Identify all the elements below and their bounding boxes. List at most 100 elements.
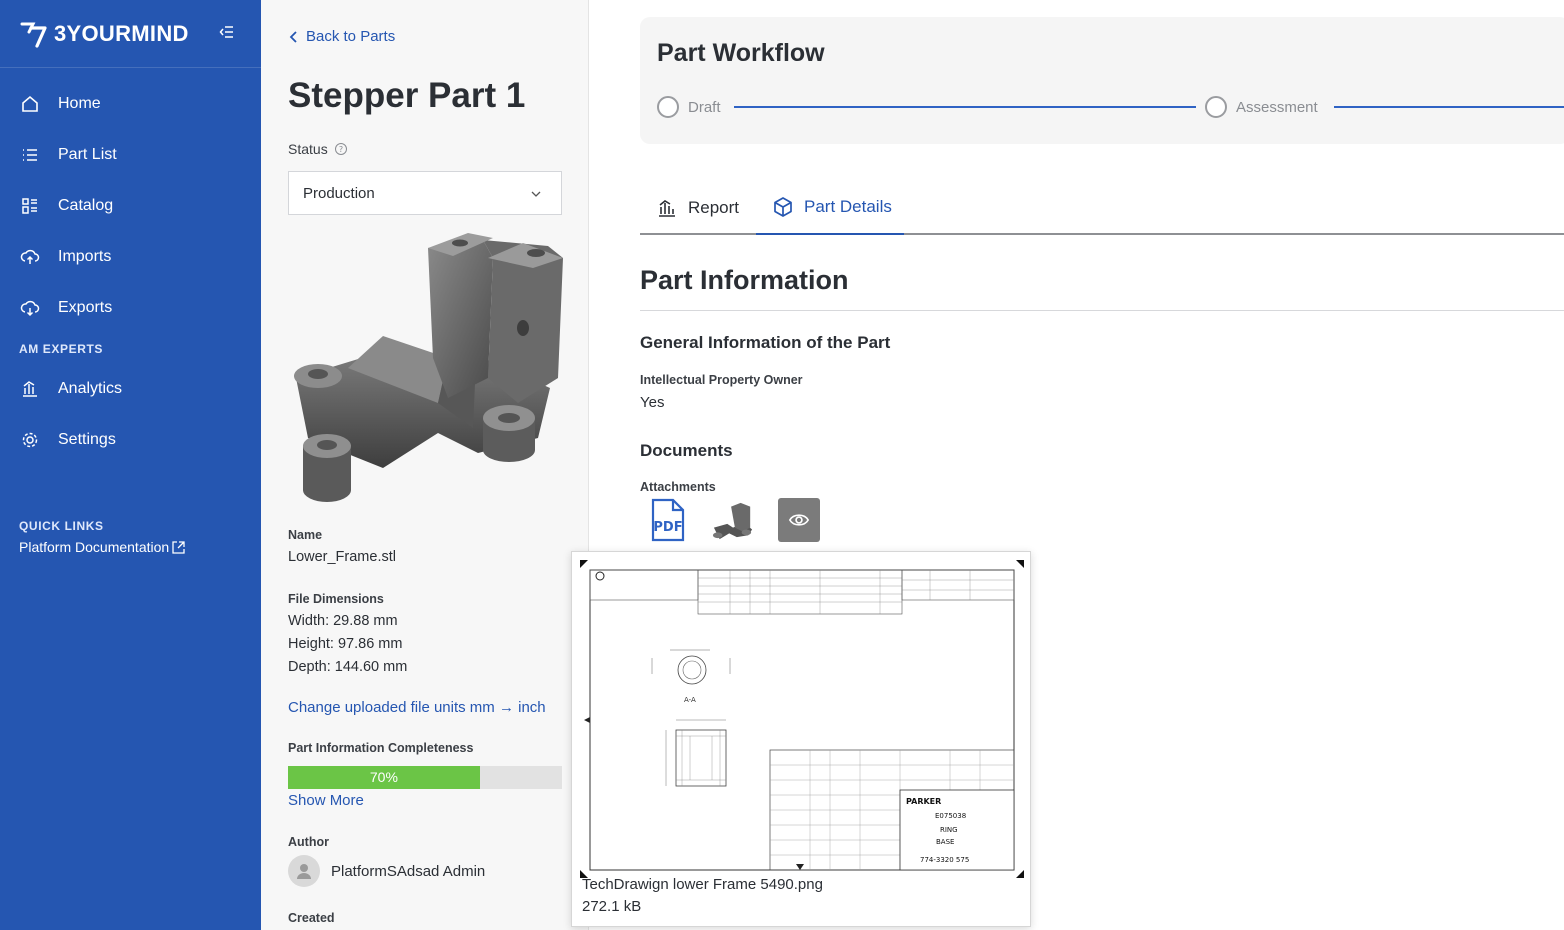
detail-tabs: Report Part Details xyxy=(640,188,1564,235)
sidebar: 3YOURMIND Home Part List Catalog Imports… xyxy=(0,0,261,930)
sidebar-item-label: Exports xyxy=(58,298,113,316)
cloud-download-icon xyxy=(20,300,40,316)
sidebar-item-label: Catalog xyxy=(58,196,114,214)
preview-file-size: 272.1 kB xyxy=(582,898,642,915)
created-label: Created xyxy=(288,911,335,925)
gear-icon xyxy=(22,432,38,447)
sidebar-item-imports[interactable]: Imports xyxy=(0,231,261,282)
divider xyxy=(640,310,1564,311)
svg-text:BASE: BASE xyxy=(936,838,954,846)
help-icon[interactable]: ? xyxy=(334,142,348,156)
completeness-label: Part Information Completeness xyxy=(288,741,474,755)
catalog-icon xyxy=(22,197,37,214)
svg-text:A-A: A-A xyxy=(684,696,696,704)
attachments-list: PDF xyxy=(646,498,844,542)
brand-logo-icon[interactable] xyxy=(18,18,50,50)
sidebar-item-catalog[interactable]: Catalog xyxy=(0,180,261,231)
svg-text:PARKER: PARKER xyxy=(906,797,941,806)
list-icon xyxy=(23,148,37,161)
step-circle-icon xyxy=(657,96,679,118)
nav-section-am-experts: AM EXPERTS xyxy=(19,342,104,356)
attachments-label: Attachments xyxy=(640,480,716,494)
part-title: Stepper Part 1 xyxy=(288,76,526,115)
workflow-step-label: Assessment xyxy=(1236,98,1318,116)
general-information-title: General Information of the Part xyxy=(640,333,891,352)
sidebar-item-label: Imports xyxy=(58,247,112,265)
svg-text:774-3320 575: 774-3320 575 xyxy=(920,856,969,864)
ip-owner-value: Yes xyxy=(640,394,665,411)
technical-drawing-image[interactable]: A-A PARKER E075038 RING BASE 774-3320 57… xyxy=(580,560,1024,878)
sidebar-item-label: Part List xyxy=(58,145,117,163)
workflow-connector xyxy=(1334,106,1564,108)
external-link-icon xyxy=(172,540,185,554)
tab-report[interactable]: Report xyxy=(640,188,751,235)
quick-links-title: QUICK LINKS xyxy=(19,519,104,533)
svg-text:PDF: PDF xyxy=(653,520,682,535)
collapse-sidebar-icon[interactable] xyxy=(219,24,235,40)
analytics-icon xyxy=(23,380,37,397)
tab-part-details[interactable]: Part Details xyxy=(756,188,904,235)
change-units-link[interactable]: Change uploaded file units mm → inch xyxy=(288,699,546,716)
sidebar-item-label: Analytics xyxy=(58,379,123,397)
cloud-upload-icon xyxy=(20,249,40,264)
avatar xyxy=(288,855,320,887)
eye-icon xyxy=(788,514,810,526)
sidebar-item-home[interactable]: Home xyxy=(0,78,261,129)
ip-owner-label: Intellectual Property Owner xyxy=(640,373,803,387)
back-label: Back to Parts xyxy=(306,28,396,45)
analytics-icon xyxy=(659,199,675,217)
brand-name: 3YOURMIND xyxy=(54,20,189,46)
model-attachment[interactable] xyxy=(712,498,754,542)
pdf-attachment[interactable]: PDF xyxy=(646,498,688,542)
author-name: PlatformSAdsad Admin xyxy=(331,862,486,880)
tab-label: Part Details xyxy=(804,196,892,216)
platform-documentation-link[interactable]: Platform Documentation xyxy=(19,539,186,555)
author-label: Author xyxy=(288,835,329,849)
step-circle-icon xyxy=(1205,96,1227,118)
status-select[interactable]: Production xyxy=(288,171,562,215)
back-to-parts-link[interactable]: Back to Parts xyxy=(288,28,395,45)
attachment-preview-popup: A-A PARKER E075038 RING BASE 774-3320 57… xyxy=(571,551,1031,927)
workflow-step-draft[interactable]: Draft xyxy=(657,96,721,118)
sidebar-item-settings[interactable]: Settings xyxy=(0,414,261,465)
file-dimensions-label: File Dimensions xyxy=(288,592,384,606)
chevron-left-icon xyxy=(289,30,297,43)
part-summary-panel: Back to Parts Stepper Part 1 Status ? Pr… xyxy=(261,0,589,930)
workflow-step-assessment[interactable]: Assessment xyxy=(1205,96,1318,118)
home-icon xyxy=(22,95,38,112)
status-label-text: Status xyxy=(288,141,328,157)
pdf-file-icon: PDF xyxy=(651,498,685,542)
width-value: Width: 29.88 mm xyxy=(288,613,398,629)
part-workflow-card: Part Workflow Draft Assessment xyxy=(640,17,1564,144)
completeness-progress-bar: 70% xyxy=(288,766,562,789)
depth-value: Depth: 144.60 mm xyxy=(288,659,408,675)
completeness-progress-fill: 70% xyxy=(288,766,480,789)
image-attachment-preview[interactable] xyxy=(778,498,820,542)
svg-text:?: ? xyxy=(339,145,343,154)
svg-text:E075038: E075038 xyxy=(935,812,966,820)
name-label: Name xyxy=(288,528,323,542)
status-label: Status ? xyxy=(288,141,348,157)
main-nav: Home Part List Catalog Imports Exports A… xyxy=(0,78,261,465)
part-3d-model[interactable] xyxy=(288,228,564,510)
height-value: Height: 97.86 mm xyxy=(288,636,403,652)
cube-icon xyxy=(774,196,792,217)
author: PlatformSAdsad Admin xyxy=(288,855,485,887)
svg-text:RING: RING xyxy=(940,826,958,834)
quick-link-label: Platform Documentation xyxy=(19,539,170,555)
sidebar-item-exports[interactable]: Exports xyxy=(0,282,261,333)
sidebar-item-analytics[interactable]: Analytics xyxy=(0,363,261,414)
tab-label: Report xyxy=(688,197,740,217)
brand: 3YOURMIND xyxy=(0,0,261,68)
part-thumbnail-icon xyxy=(712,502,753,540)
sidebar-item-part-list[interactable]: Part List xyxy=(0,129,261,180)
name-value: Lower_Frame.stl xyxy=(288,549,396,565)
workflow-connector xyxy=(734,106,1196,108)
chevron-down-icon xyxy=(531,191,541,197)
show-more-link[interactable]: Show More xyxy=(288,792,364,809)
documents-title: Documents xyxy=(640,441,733,460)
preview-file-name: TechDrawign lower Frame 5490.png xyxy=(582,876,823,893)
sidebar-item-label: Settings xyxy=(58,430,116,448)
part-information-title: Part Information xyxy=(640,265,849,295)
status-select-value: Production xyxy=(303,184,375,202)
